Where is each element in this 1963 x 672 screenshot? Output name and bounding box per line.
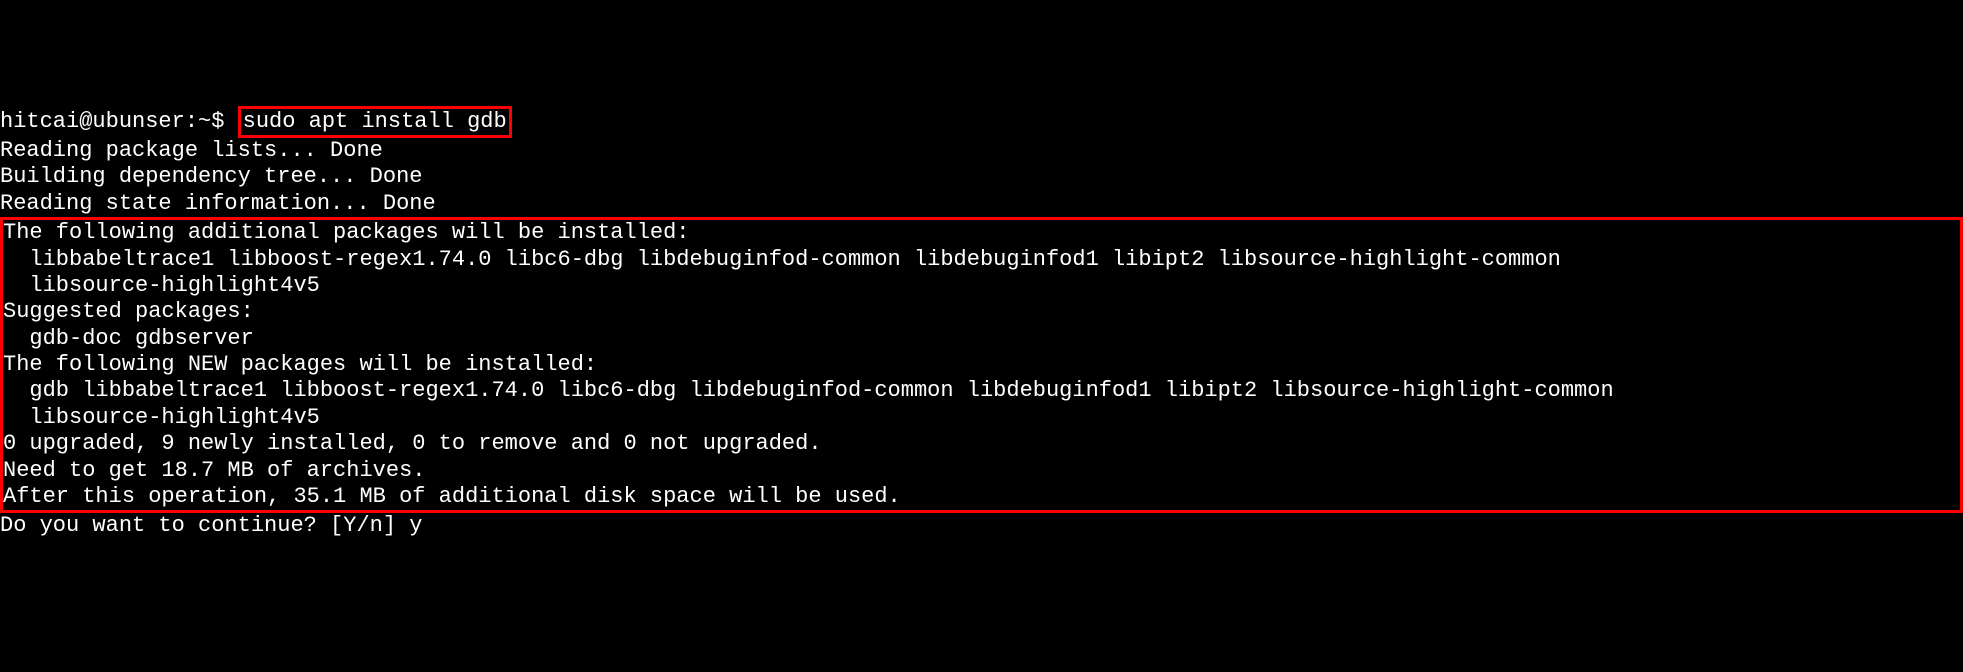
shell-prompt: hitcai@ubunser:~$	[0, 109, 238, 134]
terminal-window[interactable]: hitcai@ubunser:~$ sudo apt install gdbRe…	[0, 106, 1963, 540]
output-line: Reading package lists... Done	[0, 138, 1963, 164]
prompt-line: hitcai@ubunser:~$ sudo apt install gdb	[0, 106, 1963, 138]
output-line: Reading state information... Done	[0, 191, 1963, 217]
package-info-highlight-box: The following additional packages will b…	[0, 217, 1963, 513]
user-response[interactable]: y	[409, 513, 422, 538]
output-line: Suggested packages:	[3, 299, 1960, 325]
output-line: gdb-doc gdbserver	[3, 326, 1960, 352]
prompt-continue-line: Do you want to continue? [Y/n] y	[0, 513, 1963, 539]
command-text: sudo apt install gdb	[243, 109, 507, 134]
output-line: The following additional packages will b…	[3, 220, 1960, 246]
output-line: gdb libbabeltrace1 libboost-regex1.74.0 …	[3, 378, 1960, 404]
output-line: The following NEW packages will be insta…	[3, 352, 1960, 378]
output-line: After this operation, 35.1 MB of additio…	[3, 484, 1960, 510]
output-line: Need to get 18.7 MB of archives.	[3, 458, 1960, 484]
output-line: libsource-highlight4v5	[3, 273, 1960, 299]
output-line: Building dependency tree... Done	[0, 164, 1963, 190]
output-line: libbabeltrace1 libboost-regex1.74.0 libc…	[3, 247, 1960, 273]
output-line: 0 upgraded, 9 newly installed, 0 to remo…	[3, 431, 1960, 457]
continue-prompt: Do you want to continue? [Y/n]	[0, 513, 409, 538]
output-line: libsource-highlight4v5	[3, 405, 1960, 431]
command-highlight-box: sudo apt install gdb	[238, 106, 512, 138]
